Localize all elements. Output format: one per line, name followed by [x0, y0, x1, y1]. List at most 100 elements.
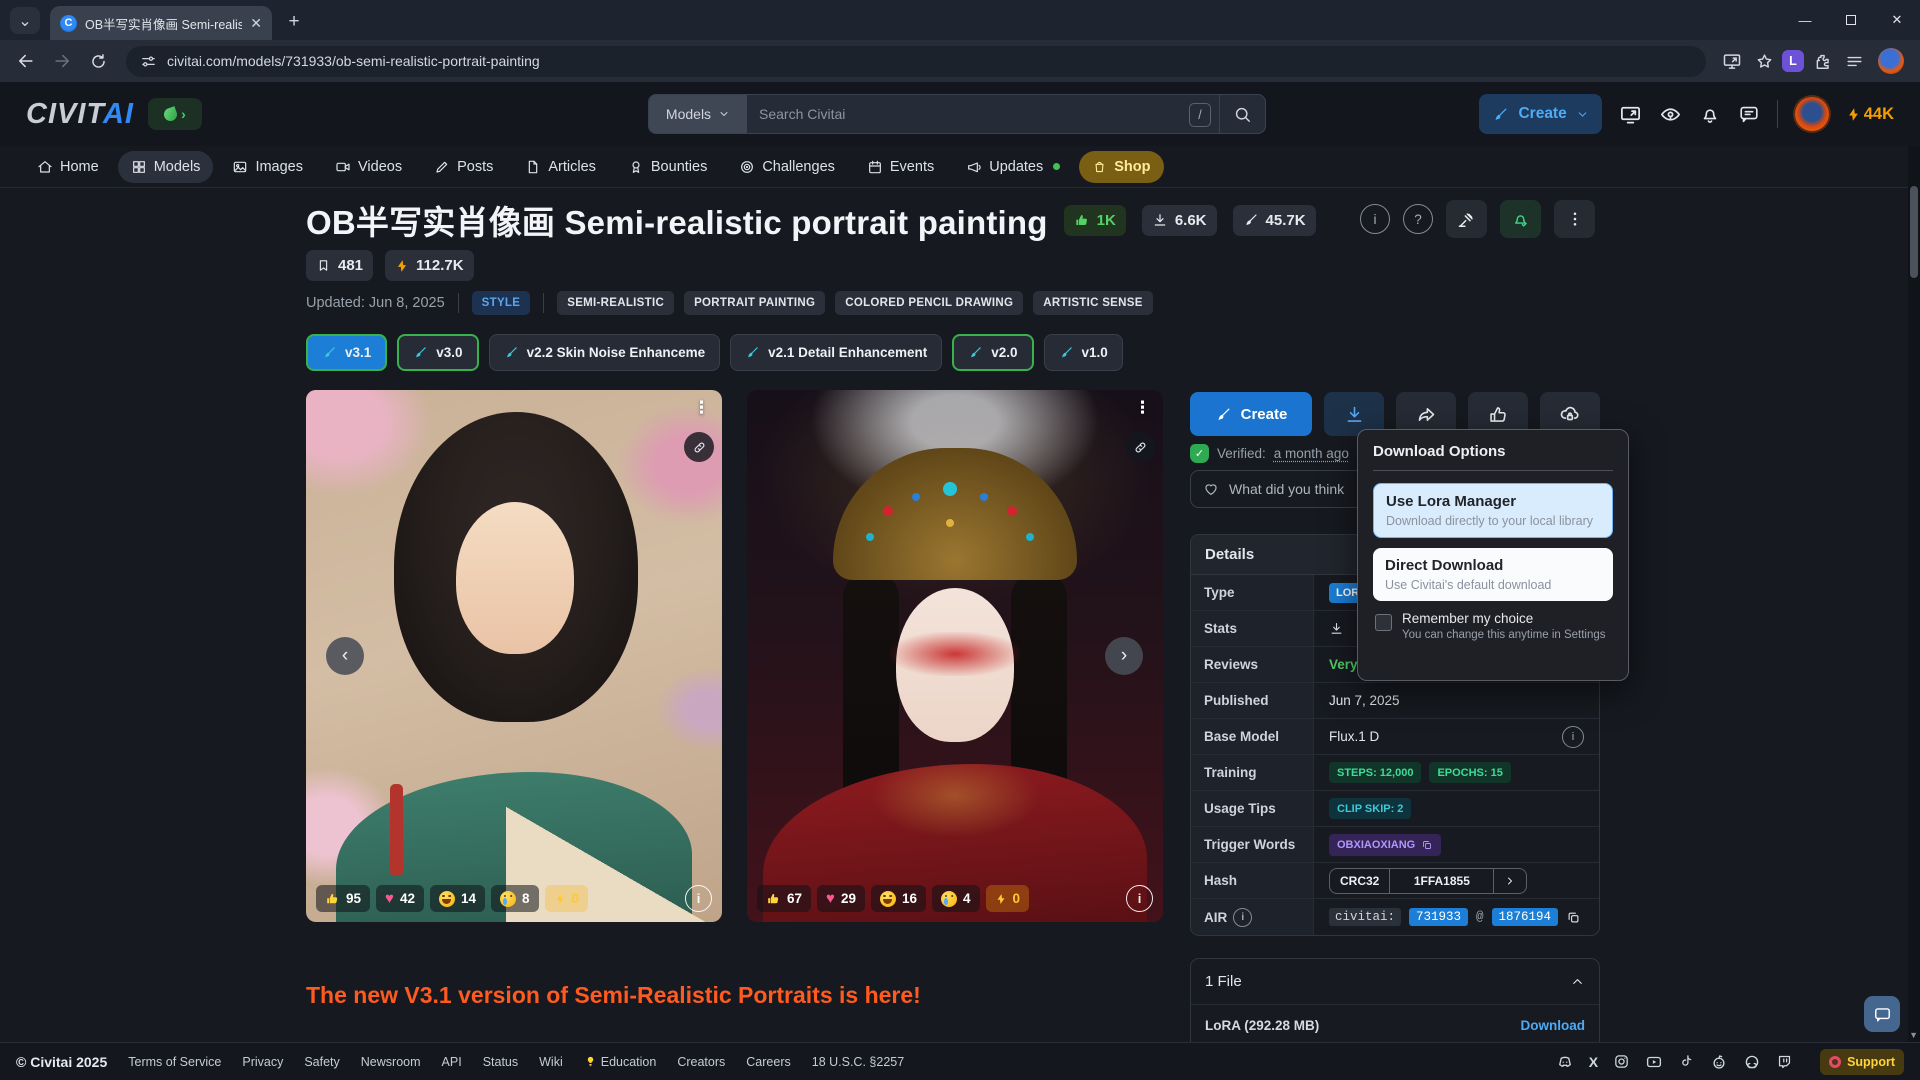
image-info-icon[interactable]: i	[685, 885, 712, 912]
hash-next-icon[interactable]	[1493, 869, 1526, 893]
remember-choice-checkbox[interactable]	[1375, 614, 1392, 631]
version-v3-0[interactable]: v3.0	[397, 334, 478, 371]
window-minimize-button[interactable]: —	[1782, 0, 1828, 40]
reaction-cry[interactable]: 8	[491, 885, 539, 912]
reviews-value[interactable]: Very	[1329, 657, 1358, 672]
info-icon[interactable]: i	[1233, 908, 1252, 927]
air-model-id[interactable]: 731933	[1409, 908, 1468, 926]
site-controls-icon[interactable]	[140, 53, 157, 70]
footer-link-education[interactable]: Education	[584, 1055, 657, 1069]
twitch-icon[interactable]	[1776, 1053, 1793, 1070]
image-link-icon[interactable]	[684, 432, 714, 462]
nav-item-videos[interactable]: Videos	[322, 151, 415, 183]
search-input[interactable]: Search Civitai	[747, 95, 1189, 133]
footer-link-newsroom[interactable]: Newsroom	[361, 1055, 421, 1069]
nav-item-articles[interactable]: Articles	[512, 151, 609, 183]
footer-link-2257[interactable]: 18 U.S.C. §2257	[812, 1055, 904, 1069]
instagram-icon[interactable]	[1613, 1053, 1630, 1070]
copy-icon[interactable]	[1566, 910, 1581, 925]
window-close-button[interactable]: ✕	[1874, 0, 1920, 40]
version-v1-0[interactable]: v1.0	[1044, 334, 1123, 371]
civitai-logo[interactable]: CIVITAI	[26, 100, 134, 129]
file-download-link[interactable]: Download	[1521, 1018, 1586, 1033]
create-button[interactable]: Create	[1190, 392, 1312, 436]
buzz-balance[interactable]: 44K	[1846, 105, 1894, 124]
bookmark-star-icon[interactable]	[1750, 47, 1778, 75]
footer-link-wiki[interactable]: Wiki	[539, 1055, 563, 1069]
generation-count-badge[interactable]: 45.7K	[1233, 205, 1316, 236]
option-use-lora-manager[interactable]: Use Lora Manager Download directly to yo…	[1373, 483, 1613, 538]
support-button[interactable]: Support	[1820, 1049, 1904, 1075]
hash-pill[interactable]: CRC32 1FFA1855	[1329, 868, 1527, 894]
reaction-heart[interactable]: ♥ 42	[376, 885, 424, 912]
version-v2-0[interactable]: v2.0	[952, 334, 1033, 371]
download-count-badge[interactable]: 6.6K	[1142, 205, 1217, 236]
side-panel-icon[interactable]	[1840, 47, 1868, 75]
tag-semi-realistic[interactable]: SEMI-REALISTIC	[557, 291, 674, 315]
notify-subscribed-button[interactable]	[1500, 200, 1541, 238]
tag-style[interactable]: STYLE	[472, 291, 531, 315]
header-create-button[interactable]: Create	[1479, 94, 1601, 134]
notifications-bell-icon[interactable]	[1699, 103, 1721, 125]
reddit-icon[interactable]	[1710, 1053, 1728, 1071]
nav-item-images[interactable]: Images	[219, 151, 316, 183]
reload-button[interactable]	[82, 45, 114, 77]
footer-link-privacy[interactable]: Privacy	[242, 1055, 283, 1069]
footer-link-terms[interactable]: Terms of Service	[128, 1055, 221, 1069]
reaction-buzz[interactable]: 0	[986, 885, 1030, 912]
window-maximize-button[interactable]	[1828, 0, 1874, 40]
youtube-icon[interactable]	[1645, 1053, 1663, 1071]
reaction-laugh[interactable]: 14	[430, 885, 485, 912]
scrollbar-thumb[interactable]	[1910, 186, 1918, 278]
github-icon[interactable]	[1743, 1053, 1761, 1071]
chat-icon[interactable]	[1738, 103, 1760, 125]
gallery-image-2[interactable]: ⋮ › 67 ♥ 29 16 4 0	[747, 390, 1163, 922]
tag-artistic-sense[interactable]: ARTISTIC SENSE	[1033, 291, 1152, 315]
chevron-up-icon[interactable]	[1570, 974, 1585, 989]
generator-monitor-icon[interactable]	[1619, 103, 1642, 126]
reaction-thumb[interactable]: 95	[316, 885, 370, 912]
nav-item-shop[interactable]: Shop	[1079, 151, 1163, 183]
energy-count-badge[interactable]: 112.7K	[385, 250, 474, 281]
back-button[interactable]	[10, 45, 42, 77]
x-icon[interactable]: X	[1589, 1054, 1598, 1070]
footer-link-status[interactable]: Status	[483, 1055, 518, 1069]
help-icon[interactable]: ?	[1403, 204, 1433, 234]
version-v3-1[interactable]: v3.1	[306, 334, 387, 371]
carousel-next-button[interactable]: ›	[1105, 637, 1143, 675]
user-avatar[interactable]	[1795, 97, 1829, 131]
gallery-image-1[interactable]: ⋮ ‹ 95 ♥ 42 14 8 0	[306, 390, 722, 922]
option-direct-download[interactable]: Direct Download Use Civitai's default do…	[1373, 548, 1613, 601]
nav-item-posts[interactable]: Posts	[421, 151, 506, 183]
send-to-device-icon[interactable]	[1718, 47, 1746, 75]
footer-link-careers[interactable]: Careers	[746, 1055, 790, 1069]
copy-icon[interactable]	[1421, 839, 1433, 851]
verified-time[interactable]: a month ago	[1274, 446, 1349, 461]
reaction-heart[interactable]: ♥ 29	[817, 885, 865, 912]
carousel-prev-button[interactable]: ‹	[326, 637, 364, 675]
more-options-button[interactable]	[1554, 200, 1595, 238]
like-count-badge[interactable]: 1K	[1064, 205, 1126, 236]
reaction-laugh[interactable]: 16	[871, 885, 926, 912]
reaction-buzz[interactable]: 0	[545, 885, 589, 912]
new-tab-button[interactable]: +	[280, 8, 308, 36]
search-category-select[interactable]: Models	[649, 95, 747, 133]
moderation-gavel-button[interactable]	[1446, 200, 1487, 238]
image-info-icon[interactable]: i	[1126, 885, 1153, 912]
image-menu-dots-icon[interactable]: ⋮	[1134, 398, 1151, 418]
tiktok-icon[interactable]	[1678, 1053, 1695, 1070]
lora-manager-extension-badge[interactable]: L	[1782, 50, 1804, 72]
version-v2-1[interactable]: v2.1 Detail Enhancement	[730, 334, 942, 371]
version-v2-2[interactable]: v2.2 Skin Noise Enhanceme	[489, 334, 721, 371]
footer-link-creators[interactable]: Creators	[677, 1055, 725, 1069]
trigger-word-badge[interactable]: OBXIAOXIANG	[1329, 834, 1441, 856]
reaction-cry[interactable]: 4	[932, 885, 980, 912]
tab-search-chevron-icon[interactable]: ⌄	[10, 7, 40, 34]
footer-link-api[interactable]: API	[442, 1055, 462, 1069]
supporter-badge[interactable]: ›	[148, 98, 202, 130]
image-menu-dots-icon[interactable]: ⋮	[693, 398, 710, 418]
bookmark-count-badge[interactable]: 481	[306, 250, 373, 281]
nav-item-home[interactable]: Home	[24, 151, 112, 183]
info-icon[interactable]: i	[1360, 204, 1390, 234]
url-bar[interactable]: civitai.com/models/731933/ob-semi-realis…	[126, 46, 1706, 77]
